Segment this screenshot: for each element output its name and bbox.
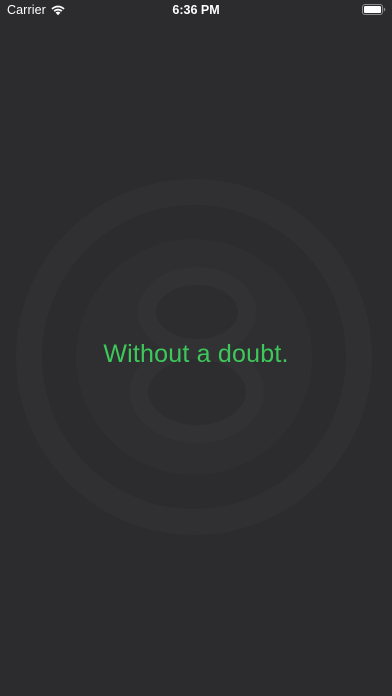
battery-icon bbox=[362, 4, 386, 15]
app-screen[interactable]: Carrier 6:36 PM Without a doubt. bbox=[0, 0, 392, 696]
answer-text: Without a doubt. bbox=[103, 340, 289, 368]
status-time: 6:36 PM bbox=[172, 3, 220, 17]
status-bar: Carrier 6:36 PM bbox=[0, 0, 392, 22]
